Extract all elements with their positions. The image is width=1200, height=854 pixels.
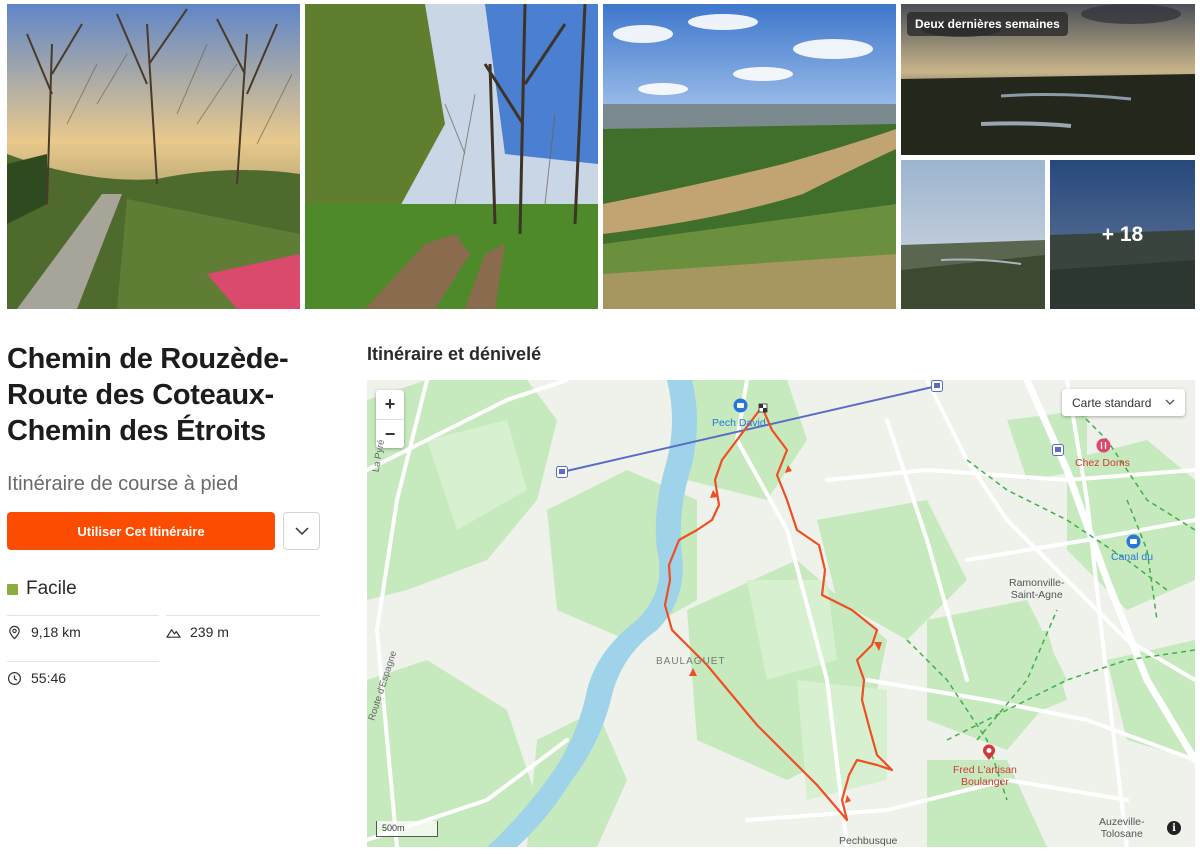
- recent-photos-badge: Deux dernières semaines: [907, 12, 1068, 36]
- map-style-select[interactable]: Carte standard: [1062, 389, 1185, 416]
- distance-value: 9,18 km: [31, 624, 81, 640]
- bakery-marker-icon[interactable]: [982, 744, 996, 761]
- map-canvas[interactable]: [367, 380, 1195, 847]
- clock-icon: [7, 671, 22, 685]
- distance-stat: 9,18 km: [7, 624, 81, 640]
- map-info-button[interactable]: i: [1167, 821, 1181, 835]
- difficulty-indicator: Facile: [7, 578, 77, 600]
- difficulty-dot: [7, 583, 18, 595]
- elevation-stat: 239 m: [166, 624, 229, 640]
- map-label-chez-doms[interactable]: Chez Doms: [1075, 457, 1130, 469]
- use-route-button[interactable]: Utiliser Cet Itinéraire: [7, 512, 275, 550]
- bus-stop-icon[interactable]: [1052, 444, 1064, 456]
- gallery-photo-river-view[interactable]: [603, 4, 896, 309]
- photo-gallery: Deux dernières semaines + 18: [7, 4, 1195, 309]
- bus-stop-icon[interactable]: [556, 466, 568, 478]
- elevation-icon: [166, 628, 181, 638]
- map-label-canal-du[interactable]: Canal du: [1111, 551, 1153, 563]
- route-map[interactable]: + − Carte standard Pech David Chez Doms …: [367, 380, 1195, 847]
- time-stat: 55:46: [7, 670, 66, 686]
- location-pin-icon: [9, 625, 20, 639]
- route-title: Chemin de Rouzède-Route des Coteaux-Chem…: [7, 343, 289, 447]
- chevron-down-icon: [294, 526, 309, 535]
- chevron-down-icon: [1165, 399, 1175, 405]
- gallery-photo-panorama[interactable]: [901, 160, 1045, 309]
- gallery-photo-forest-trail[interactable]: [305, 4, 598, 309]
- elevation-value: 239 m: [190, 624, 229, 640]
- viewpoint-marker-icon[interactable]: [1126, 534, 1141, 549]
- bus-stop-icon[interactable]: [931, 380, 943, 392]
- gallery-photo-valley-dusk[interactable]: Deux dernières semaines: [901, 4, 1195, 155]
- more-options-button[interactable]: [283, 512, 320, 550]
- divider: [166, 615, 320, 616]
- difficulty-label: Facile: [26, 578, 77, 599]
- viewpoint-marker-icon[interactable]: [733, 398, 748, 413]
- map-label-baulaguet: BAULAGUET: [656, 656, 726, 667]
- map-style-label: Carte standard: [1072, 395, 1152, 410]
- map-label-pechbusque: Pechbusque: [839, 835, 898, 847]
- time-value: 55:46: [31, 670, 67, 686]
- gallery-photo-more[interactable]: + 18: [1050, 160, 1195, 309]
- divider: [7, 615, 159, 616]
- map-label-pech-david[interactable]: Pech David: [712, 417, 766, 429]
- map-label-fred-boulanger[interactable]: Fred L'artisan Boulanger: [953, 764, 1017, 788]
- divider: [7, 661, 159, 662]
- restaurant-marker-icon[interactable]: [1096, 438, 1111, 453]
- map-label-auzeville: Auzeville- Tolosane: [1099, 816, 1145, 840]
- gallery-photo-garden-path[interactable]: [7, 4, 300, 309]
- route-subtitle: Itinéraire de course à pied: [7, 473, 239, 495]
- map-scale: 500m: [376, 821, 438, 837]
- map-label-ramonville: Ramonville- Saint-Agne: [1009, 577, 1065, 601]
- map-heading: Itinéraire et dénivelé: [367, 344, 542, 364]
- zoom-in-button[interactable]: +: [376, 390, 404, 419]
- more-photos-count[interactable]: + 18: [1050, 160, 1195, 309]
